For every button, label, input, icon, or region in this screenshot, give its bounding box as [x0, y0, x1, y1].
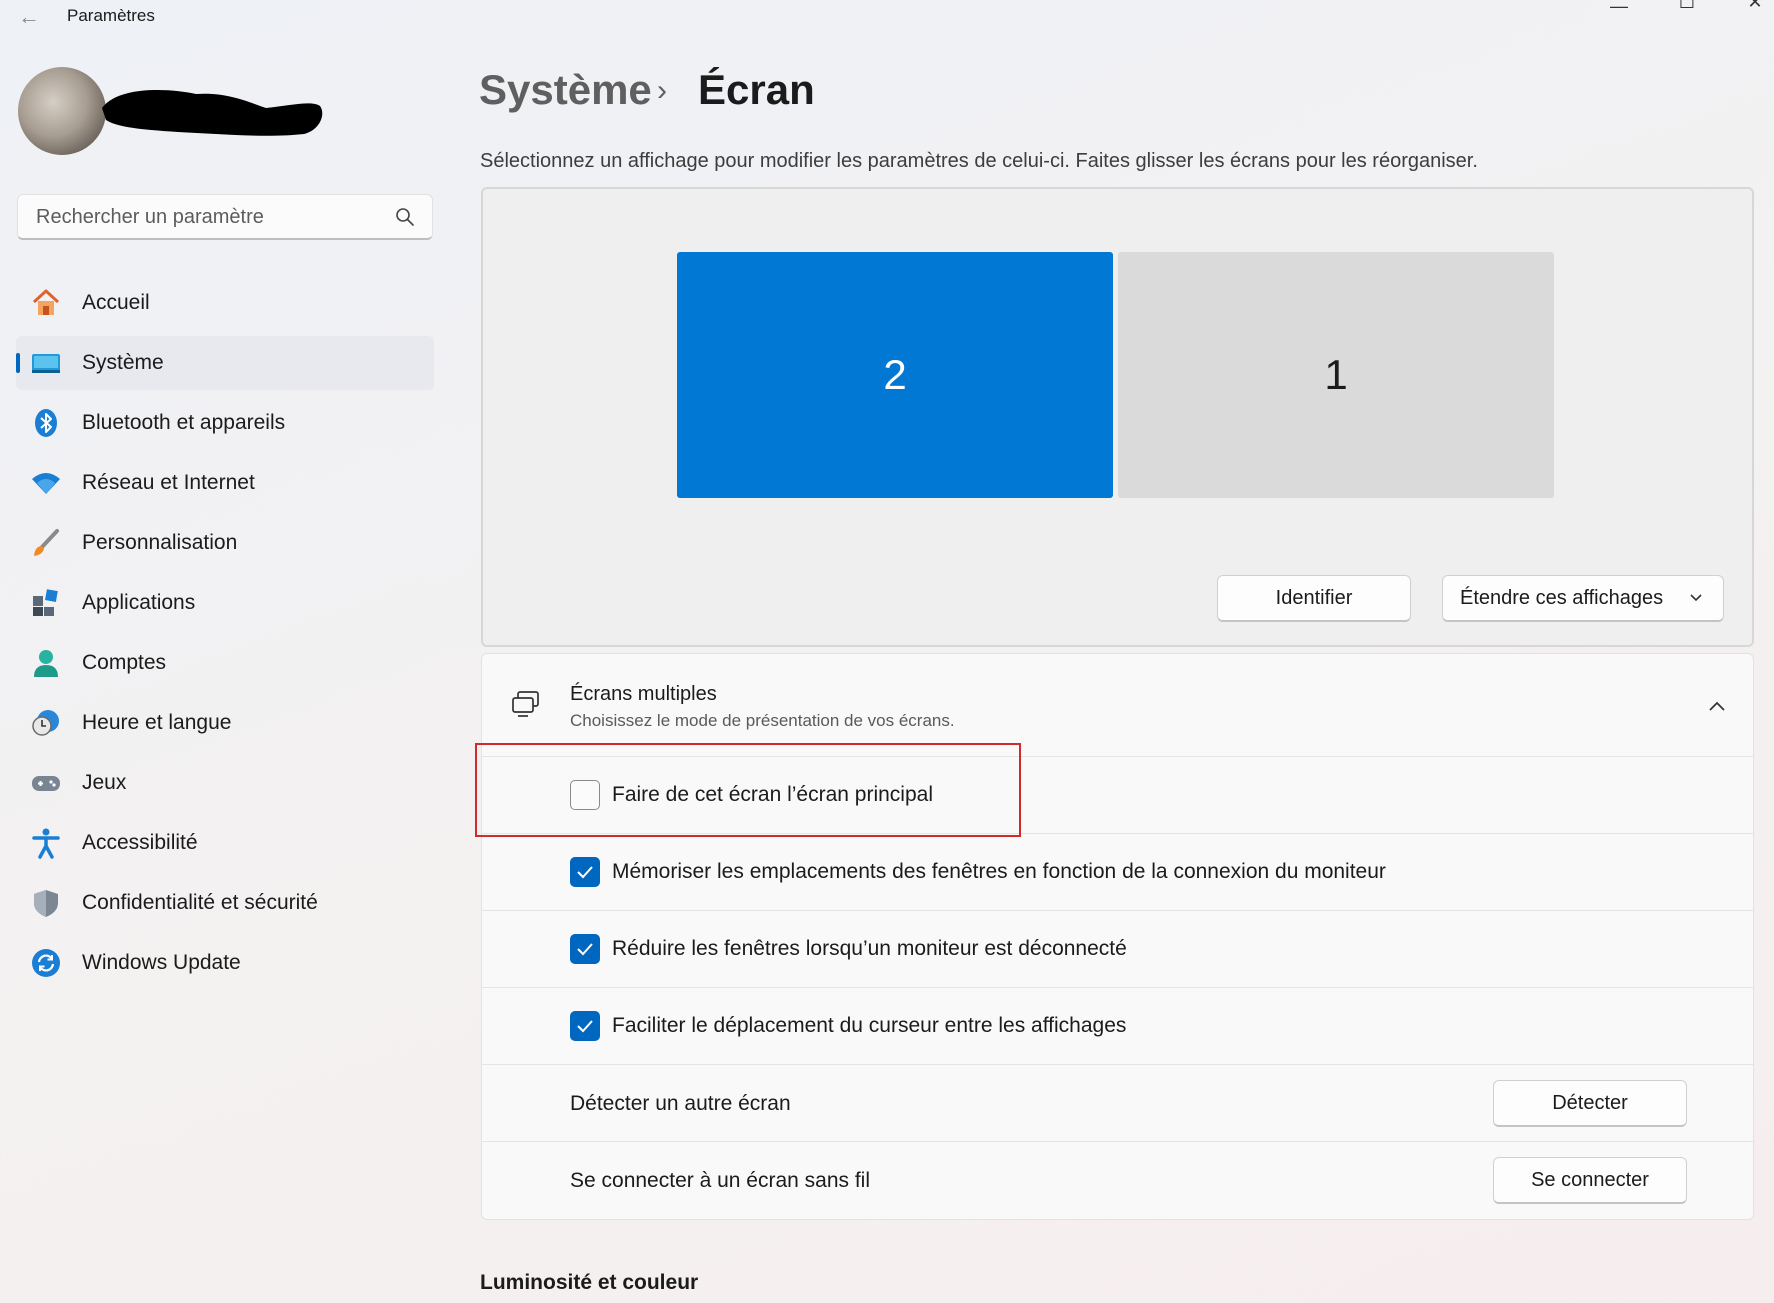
nav-label: Personnalisation: [82, 531, 238, 554]
multiple-displays-card: Écrans multiples Choisissez le mode de p…: [481, 653, 1754, 1220]
detect-display-label: Détecter un autre écran: [570, 1092, 791, 1115]
search-box[interactable]: [17, 194, 433, 240]
display-arrangement-panel: 2 1 Identifier Étendre ces affichages: [481, 187, 1754, 647]
nav-item-heure-langue[interactable]: Heure et langue: [16, 696, 434, 750]
nav-label: Accessibilité: [82, 831, 198, 854]
window-title: Paramètres: [67, 6, 155, 25]
section-title: Écrans multiples: [570, 683, 717, 705]
option-row: Mémoriser les emplacements des fenêtres …: [482, 833, 1753, 910]
nav-item-applications[interactable]: Applications: [16, 576, 434, 630]
nav-item-reseau[interactable]: Réseau et Internet: [16, 456, 434, 510]
nav-label: Système: [82, 351, 164, 374]
shield-icon: [30, 887, 62, 919]
nav-label: Jeux: [82, 771, 127, 794]
display-mode-dropdown[interactable]: Étendre ces affichages: [1442, 575, 1724, 622]
update-icon: [30, 947, 62, 979]
nav-label: Heure et langue: [82, 711, 232, 734]
back-button[interactable]: ←: [14, 6, 44, 30]
checkbox-label: Réduire les fenêtres lorsqu’un moniteur …: [612, 937, 1127, 960]
nav-item-comptes[interactable]: Comptes: [16, 636, 434, 690]
display-mode-value: Étendre ces affichages: [1460, 586, 1664, 609]
home-icon: [30, 287, 62, 319]
checkbox-remember-window-locations[interactable]: [570, 857, 600, 887]
nav-item-jeux[interactable]: Jeux: [16, 756, 434, 810]
nav-item-confidentialite[interactable]: Confidentialité et sécurité: [16, 876, 434, 930]
close-button[interactable]: ✕: [1730, 0, 1774, 14]
wifi-icon: [30, 467, 62, 499]
nav-label: Réseau et Internet: [82, 471, 255, 494]
nav-label: Windows Update: [82, 951, 241, 974]
apps-icon: [30, 587, 62, 619]
checkbox-label: Mémoriser les emplacements des fenêtres …: [612, 860, 1386, 883]
checkmark-icon: [577, 943, 593, 956]
avatar[interactable]: [18, 67, 106, 155]
nav-label: Comptes: [82, 651, 167, 674]
checkbox-minimize-windows[interactable]: [570, 934, 600, 964]
chevron-down-icon: [1690, 594, 1702, 602]
brush-icon: [30, 527, 62, 559]
account-icon: [30, 647, 62, 679]
gamepad-icon: [30, 767, 62, 799]
breadcrumb-chevron-icon: ›: [657, 74, 667, 107]
nav-item-systeme[interactable]: Système: [16, 336, 434, 390]
nav-item-accueil[interactable]: Accueil: [16, 276, 434, 330]
monitor-1[interactable]: 1: [1118, 252, 1554, 498]
detect-button-label: Détecter: [1552, 1091, 1628, 1114]
nav-label: Bluetooth et appareils: [82, 411, 286, 434]
nav-label: Confidentialité et sécurité: [82, 891, 318, 914]
detect-button[interactable]: Détecter: [1493, 1080, 1687, 1127]
page-title: Écran: [698, 66, 815, 113]
multiple-displays-icon: [512, 691, 539, 717]
connect-button[interactable]: Se connecter: [1493, 1157, 1687, 1204]
nav-label: Applications: [82, 591, 196, 614]
system-icon: [30, 347, 62, 379]
breadcrumb-parent[interactable]: Système: [479, 66, 652, 114]
checkmark-icon: [577, 1020, 593, 1033]
bluetooth-icon: [30, 407, 62, 439]
selection-indicator: [16, 353, 20, 373]
connect-button-label: Se connecter: [1531, 1168, 1649, 1191]
minimize-button[interactable]: —: [1594, 0, 1644, 18]
highlight-box: [475, 743, 1021, 837]
redacted-username: [102, 89, 323, 136]
wireless-display-label: Se connecter à un écran sans fil: [570, 1169, 871, 1192]
nav-item-accessibilite[interactable]: Accessibilité: [16, 816, 434, 870]
multiple-displays-header[interactable]: Écrans multiples Choisissez le mode de p…: [482, 654, 1753, 756]
maximize-button[interactable]: ☐: [1662, 0, 1712, 14]
option-row: Réduire les fenêtres lorsqu’un moniteur …: [482, 910, 1753, 987]
accessibility-icon: [30, 827, 62, 859]
detect-display-row: Détecter un autre écran Détecter: [482, 1064, 1753, 1141]
monitor-2[interactable]: 2: [677, 252, 1113, 498]
brightness-color-section-title[interactable]: Luminosité et couleur: [480, 1271, 698, 1295]
checkbox-label: Faciliter le déplacement du curseur entr…: [612, 1014, 1127, 1037]
nav-label: Accueil: [82, 291, 150, 314]
checkmark-icon: [577, 866, 593, 879]
wireless-display-row: Se connecter à un écran sans fil Se conn…: [482, 1141, 1753, 1218]
nav-item-windows-update[interactable]: Windows Update: [16, 936, 434, 990]
search-input[interactable]: [34, 195, 398, 239]
option-row: Faciliter le déplacement du curseur entr…: [482, 987, 1753, 1064]
clock-globe-icon: [30, 707, 62, 739]
checkbox-ease-cursor-movement[interactable]: [570, 1011, 600, 1041]
identify-button-label: Identifier: [1275, 586, 1353, 609]
search-icon: [396, 208, 414, 226]
page-description: Sélectionnez un affichage pour modifier …: [480, 150, 1478, 172]
nav-item-personnalisation[interactable]: Personnalisation: [16, 516, 434, 570]
section-description: Choisissez le mode de présentation de vo…: [570, 711, 955, 730]
chevron-up-icon[interactable]: [1708, 700, 1726, 712]
identify-button[interactable]: Identifier: [1217, 575, 1411, 622]
nav-item-bluetooth[interactable]: Bluetooth et appareils: [16, 396, 434, 450]
